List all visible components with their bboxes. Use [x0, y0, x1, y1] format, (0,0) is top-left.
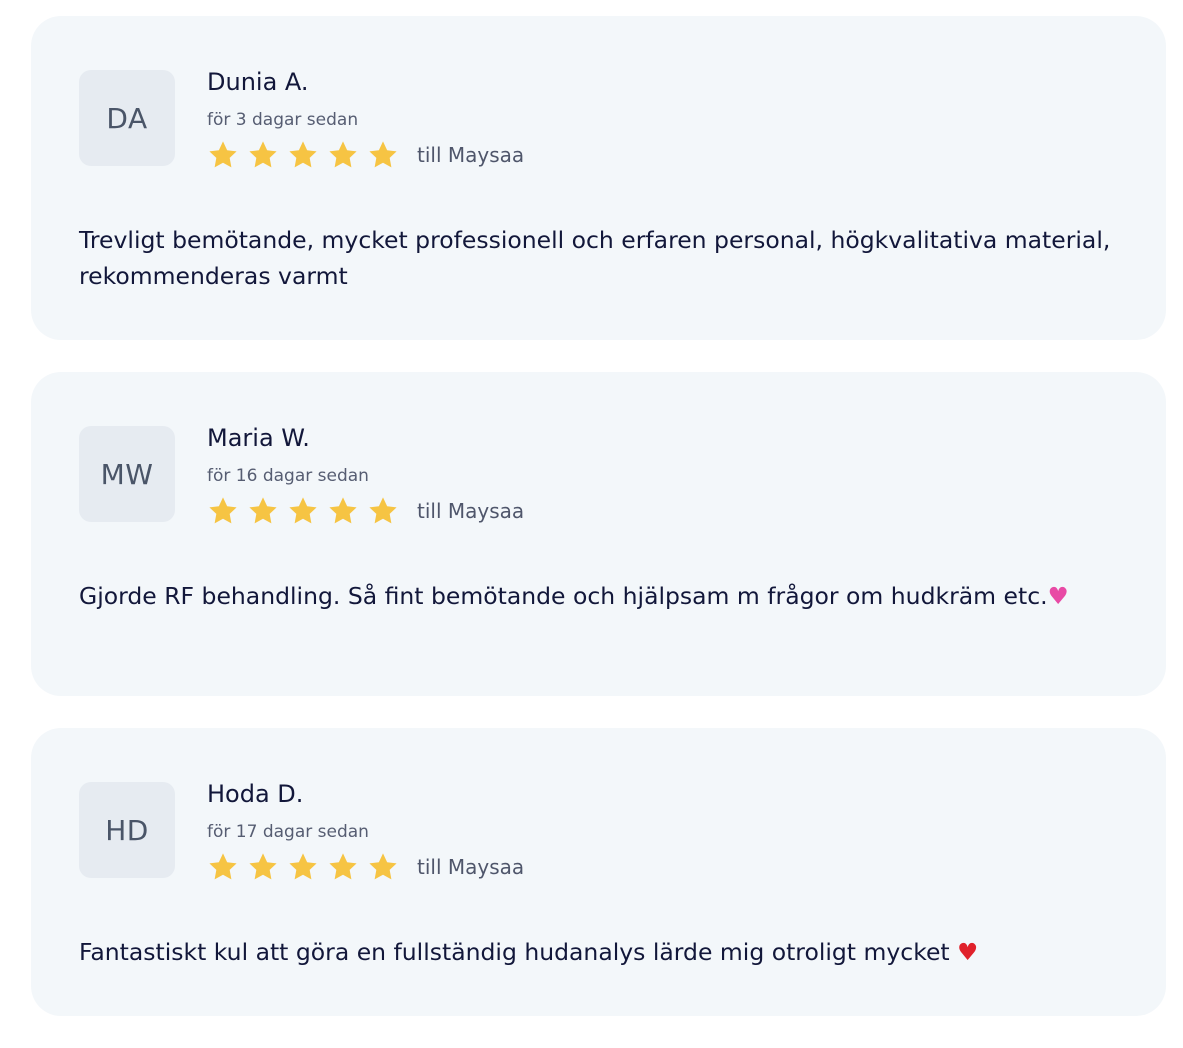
star-icon — [367, 139, 399, 171]
star-icon — [367, 495, 399, 527]
reviewer-name: Maria W. — [207, 424, 310, 452]
review-text-content: Trevligt bemötande, mycket professionell… — [79, 226, 1111, 290]
red-heart-icon: ♥ — [957, 938, 979, 966]
avatar: MW — [79, 426, 175, 522]
reviews-list: DA Dunia A. för 3 dagar sedan till Maysa… — [31, 16, 1166, 1048]
rating-row: till Maysaa — [207, 850, 524, 884]
review-card: MW Maria W. för 16 dagar sedan till Mays… — [31, 372, 1166, 696]
star-icon — [367, 851, 399, 883]
star-icon — [327, 139, 359, 171]
pink-heart-icon: ♥ — [1047, 582, 1069, 610]
star-rating — [207, 495, 407, 527]
avatar: DA — [79, 70, 175, 166]
staff-name: till Maysaa — [417, 855, 525, 879]
reviewer-name: Dunia A. — [207, 68, 309, 96]
review-card: DA Dunia A. för 3 dagar sedan till Maysa… — [31, 16, 1166, 340]
star-icon — [247, 495, 279, 527]
review-text-content: Fantastiskt kul att göra en fullständig … — [79, 938, 958, 966]
review-text-content: Gjorde RF behandling. Så fint bemötande … — [79, 582, 1048, 610]
review-date: för 17 dagar sedan — [207, 822, 369, 842]
star-icon — [207, 495, 239, 527]
review-text: Gjorde RF behandling. Så fint bemötande … — [79, 578, 1124, 614]
star-icon — [287, 495, 319, 527]
review-text: Trevligt bemötande, mycket professionell… — [79, 222, 1124, 294]
star-icon — [327, 851, 359, 883]
staff-name: till Maysaa — [417, 499, 525, 523]
star-icon — [207, 851, 239, 883]
reviewer-name: Hoda D. — [207, 780, 304, 808]
star-icon — [287, 851, 319, 883]
star-icon — [247, 851, 279, 883]
star-rating — [207, 139, 407, 171]
review-date: för 16 dagar sedan — [207, 466, 369, 486]
star-icon — [287, 139, 319, 171]
avatar: HD — [79, 782, 175, 878]
review-date: för 3 dagar sedan — [207, 110, 359, 130]
star-icon — [327, 495, 359, 527]
review-card: HD Hoda D. för 17 dagar sedan till Maysa… — [31, 728, 1166, 1016]
review-text: Fantastiskt kul att göra en fullständig … — [79, 934, 1124, 970]
staff-name: till Maysaa — [417, 143, 525, 167]
star-rating — [207, 851, 407, 883]
star-icon — [247, 139, 279, 171]
rating-row: till Maysaa — [207, 138, 524, 172]
rating-row: till Maysaa — [207, 494, 524, 528]
star-icon — [207, 139, 239, 171]
